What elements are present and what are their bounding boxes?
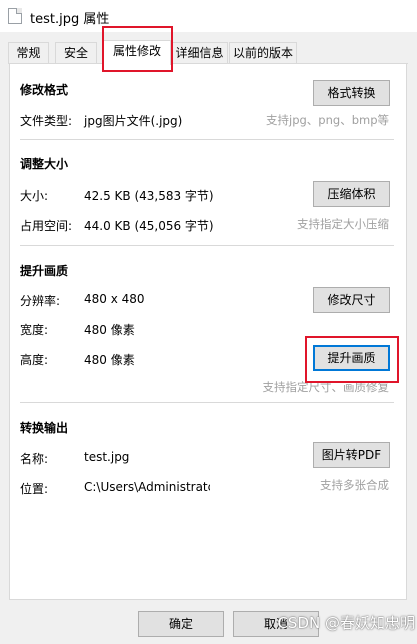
file-icon: [8, 8, 22, 24]
enhance-highlight-box: [305, 336, 399, 383]
width-label: 宽度:: [20, 323, 49, 337]
section-title-format: 修改格式: [20, 83, 69, 97]
location-label: 位置:: [20, 482, 49, 496]
file-type-value: jpg图片文件(.jpg): [84, 114, 183, 128]
height-label: 高度:: [20, 353, 49, 367]
width-value: 480 像素: [84, 323, 135, 337]
height-value: 480 像素: [84, 353, 135, 367]
size-hint: 支持指定大小压缩: [297, 217, 389, 231]
disk-size-value: 44.0 KB (45,056 字节): [84, 219, 214, 233]
tab-highlight-box: [102, 26, 173, 72]
size-label: 大小:: [20, 189, 49, 203]
tab-security[interactable]: 安全: [55, 42, 97, 63]
resize-button[interactable]: 修改尺寸: [313, 287, 390, 313]
compress-button[interactable]: 压缩体积: [313, 181, 390, 207]
divider: [20, 245, 394, 246]
convert-hint: 支持多张合成: [320, 478, 389, 492]
file-type-label: 文件类型:: [20, 114, 73, 128]
disk-size-label: 占用空间:: [20, 219, 73, 233]
divider: [20, 139, 394, 140]
name-label: 名称:: [20, 452, 49, 466]
section-title-size: 调整大小: [20, 157, 69, 171]
resolution-value: 480 x 480: [84, 292, 145, 306]
size-value: 42.5 KB (43,583 字节): [84, 189, 214, 203]
tab-previous-versions[interactable]: 以前的版本: [229, 42, 297, 63]
watermark-text: CSDN @春妖知忠明: [277, 614, 415, 632]
location-value: C:\Users\Administratc: [84, 480, 210, 494]
resolution-label: 分辨率:: [20, 294, 61, 308]
divider: [20, 402, 394, 403]
window-title: test.jpg 属性: [30, 12, 110, 27]
section-title-convert: 转换输出: [20, 421, 69, 435]
format-convert-button[interactable]: 格式转换: [313, 80, 390, 106]
name-value: test.jpg: [84, 450, 130, 464]
ok-button[interactable]: 确定: [138, 611, 224, 637]
title-bar: test.jpg 属性: [0, 0, 417, 32]
section-title-quality: 提升画质: [20, 264, 69, 278]
tab-panel: [9, 64, 407, 600]
tab-details[interactable]: 详细信息: [171, 42, 228, 63]
to-pdf-button[interactable]: 图片转PDF: [313, 442, 390, 468]
tab-general[interactable]: 常规: [8, 42, 49, 63]
tab-strip: 常规 安全 属性修改 详细信息 以前的版本: [8, 40, 408, 65]
format-hint: 支持jpg、png、bmp等: [266, 113, 389, 127]
